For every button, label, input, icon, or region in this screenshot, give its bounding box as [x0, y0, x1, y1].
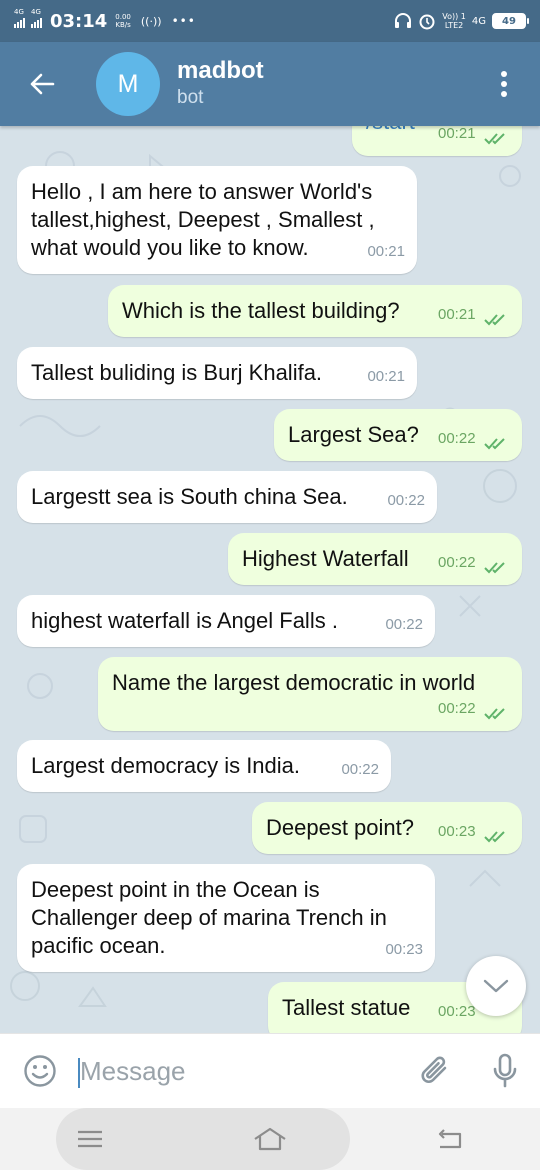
more-vertical-icon [501, 71, 507, 97]
message-text: Tallest buliding is Burj Khalifa. [31, 360, 323, 385]
message-text: Which is the tallest building? [122, 298, 400, 323]
arrow-left-icon [30, 73, 55, 95]
signal-icon: 4G [14, 8, 25, 28]
network-speed: 0.00 KB/s [115, 13, 131, 29]
outgoing-message[interactable]: /start 00:21 [352, 126, 522, 156]
double-check-icon [484, 314, 505, 326]
net-right: 4G [471, 15, 486, 27]
emoji-button[interactable] [0, 1034, 80, 1109]
back-button[interactable] [0, 42, 84, 126]
double-check-icon [484, 831, 505, 843]
outgoing-message[interactable]: Which is the tallest building? 00:21 [108, 285, 522, 337]
message-time: 00:22 [438, 554, 476, 571]
message-text: Deepest point? [266, 815, 414, 840]
outgoing-message[interactable]: Largest Sea? 00:22 [274, 409, 522, 461]
voice-record-button[interactable] [470, 1034, 540, 1109]
outgoing-message[interactable]: Highest Waterfall 00:22 [228, 533, 522, 585]
home-icon [254, 1127, 286, 1151]
status-bar: 4G 4G 03:14 0.00 KB/s ((·)) ••• Vo)) 1 L… [0, 0, 540, 42]
attach-button[interactable] [400, 1034, 470, 1109]
alarm-icon [419, 14, 435, 30]
message-list[interactable]: /start 00:21 Hello , I am here to answer… [0, 126, 540, 1033]
incoming-message[interactable]: Deepest point in the Ocean is Challenger… [17, 864, 435, 972]
message-text: /start [366, 126, 415, 136]
message-time: 00:21 [438, 306, 476, 323]
headphones-icon [395, 13, 412, 28]
chat-subtitle: bot [177, 87, 204, 108]
signal-icon: 4G [31, 8, 42, 28]
double-check-icon [484, 133, 505, 145]
message-text: Hello , I am here to answer World's tall… [31, 179, 375, 260]
outgoing-message[interactable]: Deepest point? 00:23 [252, 802, 522, 854]
incoming-message[interactable]: Hello , I am here to answer World's tall… [17, 166, 417, 274]
recents-icon [78, 1130, 102, 1148]
outgoing-message[interactable]: Name the largest democratic in world 00:… [98, 657, 522, 731]
nav-back-button[interactable] [410, 1108, 490, 1170]
message-composer: Message [0, 1033, 540, 1108]
paperclip-icon [421, 1056, 447, 1083]
chevron-down-icon [483, 979, 509, 993]
message-text: Largest democracy is India. [31, 753, 301, 778]
hotspot-icon: ((·)) [140, 14, 162, 28]
scroll-to-bottom-button[interactable] [466, 956, 526, 1016]
avatar[interactable]: M [96, 52, 160, 116]
incoming-message[interactable]: Tallest buliding is Burj Khalifa. 00:21 [17, 347, 417, 399]
message-time: 00:22 [341, 761, 379, 778]
volte-label: Vo)) 1 [442, 12, 466, 21]
chat-header: M madbot bot [0, 42, 540, 126]
speed-unit: KB/s [115, 21, 131, 29]
speed-value: 0.00 [115, 13, 131, 21]
recents-button[interactable] [50, 1108, 130, 1170]
message-time: 00:21 [367, 368, 405, 385]
incoming-message[interactable]: Largest democracy is India. 00:22 [17, 740, 391, 792]
text-caret [78, 1057, 80, 1088]
volte-indicator: Vo)) 1 LTE2 [442, 12, 466, 30]
message-time: 00:22 [385, 616, 423, 633]
system-navigation-bar [0, 1108, 540, 1170]
more-menu-button[interactable] [482, 42, 526, 126]
smile-icon [24, 1055, 56, 1087]
lte-label: LTE2 [444, 21, 464, 30]
more-notifications-icon: ••• [171, 14, 196, 28]
message-placeholder: Message [80, 1055, 186, 1086]
double-check-icon [484, 708, 505, 720]
network-type-2: 4G [31, 8, 41, 16]
message-time: 00:21 [438, 126, 476, 142]
message-input[interactable]: Message [78, 1055, 400, 1088]
incoming-message[interactable]: Largestt sea is South china Sea. 00:22 [17, 471, 437, 523]
microphone-icon [493, 1053, 517, 1088]
message-text: Largestt sea is South china Sea. [31, 484, 348, 509]
message-text: Name the largest democratic in world [112, 670, 476, 695]
double-check-icon [484, 562, 505, 574]
battery-indicator: 49 [492, 13, 529, 29]
incoming-message[interactable]: highest waterfall is Angel Falls . 00:22 [17, 595, 435, 647]
message-time: 00:23 [385, 941, 423, 958]
message-text: Highest Waterfall [242, 546, 409, 571]
message-text: Deepest point in the Ocean is Challenger… [31, 877, 387, 958]
message-time: 00:22 [438, 430, 476, 447]
message-time: 00:23 [438, 823, 476, 840]
message-time: 00:22 [438, 700, 476, 717]
status-time: 03:14 [50, 10, 108, 32]
network-type-1: 4G [14, 8, 24, 16]
home-button[interactable] [230, 1108, 310, 1170]
message-text: Largest Sea? [288, 422, 419, 447]
nav-back-icon [438, 1129, 462, 1149]
chat-title: madbot [177, 57, 264, 84]
message-time: 00:21 [367, 243, 405, 260]
message-time: 00:22 [387, 492, 425, 509]
double-check-icon [484, 438, 505, 450]
message-text: highest waterfall is Angel Falls . [31, 608, 338, 633]
chat-title-block[interactable]: madbot bot [177, 57, 264, 111]
message-text: Tallest statue [282, 995, 411, 1020]
